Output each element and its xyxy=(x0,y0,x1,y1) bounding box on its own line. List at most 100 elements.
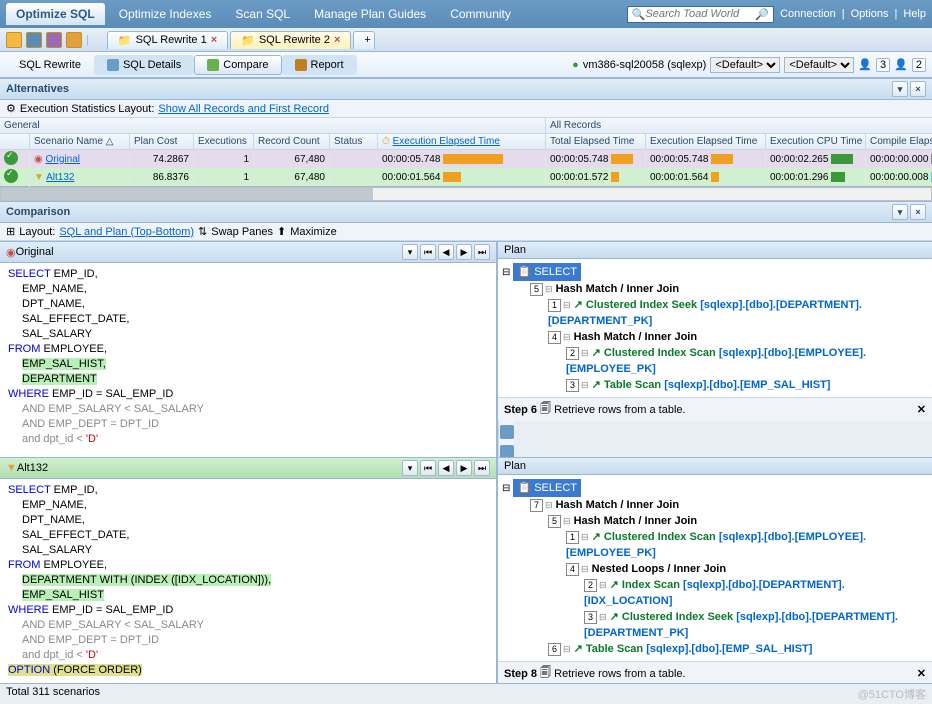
new-icon[interactable] xyxy=(6,32,22,48)
combo-default-2[interactable]: <Default> xyxy=(784,57,854,73)
col-header[interactable]: Plan Cost xyxy=(130,134,194,150)
badge-1: 3 xyxy=(876,58,890,72)
view-ribbon: SQL Rewrite SQL Details Compare Report ●… xyxy=(0,52,932,78)
plan-side-icons xyxy=(498,421,514,457)
close-icon[interactable]: × xyxy=(910,81,926,97)
close-icon[interactable]: ✕ xyxy=(917,403,926,416)
col-header[interactable] xyxy=(0,134,30,150)
status-bar: Total 311 scenarios @51CTO博客 xyxy=(0,683,932,704)
menu-manage-plan-guides[interactable]: Manage Plan Guides xyxy=(304,3,436,25)
tab-sql-rewrite[interactable]: SQL Rewrite xyxy=(6,55,94,75)
layout-label: Layout: xyxy=(19,226,55,238)
link-options[interactable]: Options xyxy=(851,8,889,20)
save-icon[interactable] xyxy=(46,32,62,48)
dropdown-icon[interactable]: ▾ xyxy=(402,244,418,260)
col-header[interactable]: Execution CPU Time xyxy=(766,134,866,150)
badge-2: 2 xyxy=(912,58,926,72)
search-go-icon[interactable]: 🔎 xyxy=(755,8,769,21)
table-row[interactable]: 00:00:05.748 00:00:05.748 00:00:02.265 0… xyxy=(546,150,932,168)
swap-icon[interactable]: ⇅ xyxy=(198,225,207,238)
plan-top-header: Plan xyxy=(498,241,932,259)
plan-top-step: Step 6 🗐 Retrieve rows from a table. ✕ xyxy=(498,397,932,421)
plan-top-body[interactable]: ⊟ 📋 SELECT5⊟ Hash Match / Inner Join1⊟ ↗… xyxy=(498,259,932,397)
tab-compare[interactable]: Compare xyxy=(194,55,281,75)
sql-alt-body[interactable]: SELECT EMP_ID,EMP_NAME,DPT_NAME,SAL_EFFE… xyxy=(0,479,496,683)
print-icon[interactable] xyxy=(66,32,82,48)
table-row[interactable]: ▼ Alt13286.8376167,48000:00:01.564 xyxy=(0,168,546,186)
check-icon xyxy=(4,151,18,165)
refresh-icon: 🗐 xyxy=(540,664,551,683)
table-row[interactable]: ◉ Original74.2867167,48000:00:05.748 xyxy=(0,150,546,168)
menu-scan-sql[interactable]: Scan SQL xyxy=(225,3,300,25)
session-tab[interactable]: 📁SQL Rewrite 1 × xyxy=(107,31,228,49)
comparison-header: Comparison ▾× xyxy=(0,201,932,223)
swap-label[interactable]: Swap Panes xyxy=(211,226,273,238)
alt-icon: ▼ xyxy=(6,462,17,474)
original-icon: ◉ xyxy=(6,246,16,259)
menu-community[interactable]: Community xyxy=(440,3,521,25)
close-icon[interactable]: ✕ xyxy=(917,667,926,680)
main-menu-bar: Optimize SQLOptimize IndexesScan SQLMana… xyxy=(0,0,932,28)
grid-scrollbar[interactable] xyxy=(0,187,932,201)
col-header[interactable]: Scenario Name △ xyxy=(30,134,130,150)
col-header[interactable]: Execution Elapsed Time xyxy=(646,134,766,150)
max-label[interactable]: Maximize xyxy=(290,226,336,238)
group-general: General xyxy=(0,118,546,134)
sql-original-header: ◉ Original ▾ ⏮ ◀ ▶ ⏭ xyxy=(0,241,496,263)
side-icon[interactable] xyxy=(500,445,514,457)
col-header[interactable]: Record Count xyxy=(254,134,330,150)
combo-default-1[interactable]: <Default> xyxy=(710,57,780,73)
table-row[interactable]: 00:00:01.572 00:00:01.564 00:00:01.296 0… xyxy=(546,168,932,186)
prev-icon[interactable]: ◀ xyxy=(438,460,454,476)
sql-alt-header: ▼ Alt132 ▾ ⏮ ◀ ▶ ⏭ xyxy=(0,457,496,479)
close-icon[interactable]: × xyxy=(910,204,926,220)
sql-original-body[interactable]: SELECT EMP_ID,EMP_NAME,DPT_NAME,SAL_EFFE… xyxy=(0,263,496,457)
user-icon[interactable]: 👤 xyxy=(858,58,872,71)
top-menu: Optimize SQLOptimize IndexesScan SQLMana… xyxy=(6,3,521,25)
col-header[interactable]: Compile Elapsed Time xyxy=(866,134,932,150)
search-input[interactable] xyxy=(645,8,755,20)
open-icon[interactable] xyxy=(26,32,42,48)
connection-label: vm386-sql20058 (sqlexp) xyxy=(583,59,707,71)
comparison-layout-bar: ⊞ Layout: SQL and Plan (Top-Bottom) ⇅ Swa… xyxy=(0,223,932,241)
menu-optimize-indexes[interactable]: Optimize Indexes xyxy=(109,3,222,25)
next-icon[interactable]: ▶ xyxy=(456,460,472,476)
col-header[interactable]: Total Elapsed Time xyxy=(546,134,646,150)
first-icon[interactable]: ⏮ xyxy=(420,244,436,260)
close-icon[interactable]: × xyxy=(211,34,217,46)
layout-link[interactable]: Show All Records and First Record xyxy=(158,103,329,115)
layout-icon: ⊞ xyxy=(6,225,15,238)
check-icon xyxy=(4,169,18,183)
layout-link[interactable]: SQL and Plan (Top-Bottom) xyxy=(59,226,194,238)
pin-icon[interactable]: ▾ xyxy=(892,204,908,220)
search-box[interactable]: 🔍 🔎 xyxy=(627,6,774,23)
prev-icon[interactable]: ◀ xyxy=(438,244,454,260)
plan-bot-body[interactable]: ⊟ 📋 SELECT7⊟ Hash Match / Inner Join5⊟ H… xyxy=(498,475,932,661)
maximize-icon[interactable]: ⬆ xyxy=(277,225,286,238)
tab-report[interactable]: Report xyxy=(282,55,357,75)
tab-sql-details[interactable]: SQL Details xyxy=(94,55,194,75)
pin-icon[interactable]: ▾ xyxy=(892,81,908,97)
link-help[interactable]: Help xyxy=(903,8,926,20)
group-allrecords: All Records xyxy=(546,118,932,134)
link-connection[interactable]: Connection xyxy=(780,8,836,20)
next-icon[interactable]: ▶ xyxy=(456,244,472,260)
plan-bot-header: Plan xyxy=(498,457,932,475)
col-header[interactable]: Status xyxy=(330,134,378,150)
side-icon[interactable] xyxy=(500,425,514,439)
first-icon[interactable]: ⏮ xyxy=(420,460,436,476)
close-icon[interactable]: × xyxy=(334,34,340,46)
dropdown-icon[interactable]: ▾ xyxy=(402,460,418,476)
alternatives-header: Alternatives ▾× xyxy=(0,78,932,100)
session-tab[interactable]: 📁SQL Rewrite 2 × xyxy=(230,31,351,49)
col-header[interactable]: ⏱ Execution Elapsed Time xyxy=(378,134,546,150)
last-icon[interactable]: ⏭ xyxy=(474,460,490,476)
col-header[interactable]: Executions xyxy=(194,134,254,150)
add-tab-button[interactable]: + xyxy=(353,31,375,49)
layout-icon: ⚙ xyxy=(6,102,16,115)
refresh-icon: 🗐 xyxy=(540,400,551,419)
menu-optimize-sql[interactable]: Optimize SQL xyxy=(6,3,105,25)
alternatives-layout-bar: ⚙ Execution Statistics Layout: Show All … xyxy=(0,100,932,118)
user-icon-2[interactable]: 👤 xyxy=(894,58,908,71)
last-icon[interactable]: ⏭ xyxy=(474,244,490,260)
